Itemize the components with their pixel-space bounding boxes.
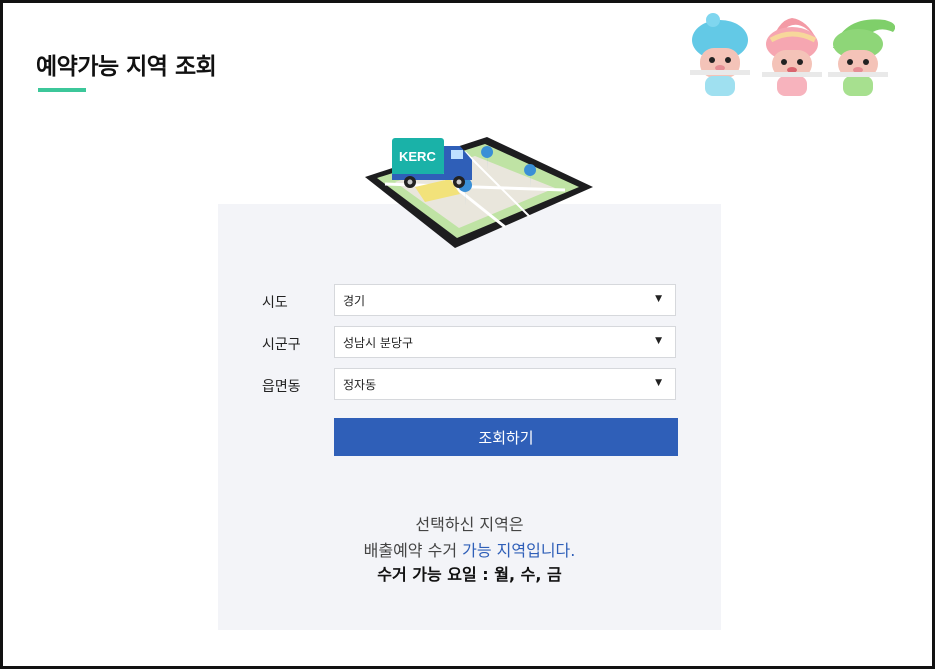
tablet-map-illustration: KERC [365,137,593,248]
result-availability-highlight: 가능 지역입니다. [462,541,576,560]
page-title: 예약가능 지역 조회 [36,54,217,80]
eupmyeondong-select[interactable]: 정자동 ▼ [334,368,676,400]
sido-select[interactable]: 경기 ▼ [334,284,676,316]
eupmyeondong-label: 읍면동 [262,379,301,395]
title-underline [38,88,86,92]
sigungu-select[interactable]: 성남시 분당구 ▼ [334,326,676,358]
blue-mascot-icon [690,13,750,96]
search-button[interactable]: 조회하기 [334,418,678,456]
green-mascot-icon [828,19,895,96]
dropdown-arrow-icon: ▼ [655,294,662,304]
truck-label: KERC [399,149,436,164]
result-line-2-prefix: 배출예약 수거 [363,541,463,560]
result-line-2: 배출예약 수거 가능 지역입니다. [218,537,721,561]
eupmyeondong-value: 정자동 [343,378,377,392]
sido-value: 경기 [343,294,366,308]
sigungu-value: 성남시 분당구 [343,336,414,350]
result-line-1: 선택하신 지역은 [415,515,524,534]
sigungu-label: 시군구 [262,337,301,353]
dropdown-arrow-icon: ▼ [655,336,662,346]
dropdown-arrow-icon: ▼ [655,378,662,388]
pickup-days: 수거 가능 요일 : 월, 수, 금 [377,565,562,584]
mascot-illustration [685,10,910,110]
sido-label: 시도 [262,295,288,311]
pink-mascot-icon [762,18,822,96]
